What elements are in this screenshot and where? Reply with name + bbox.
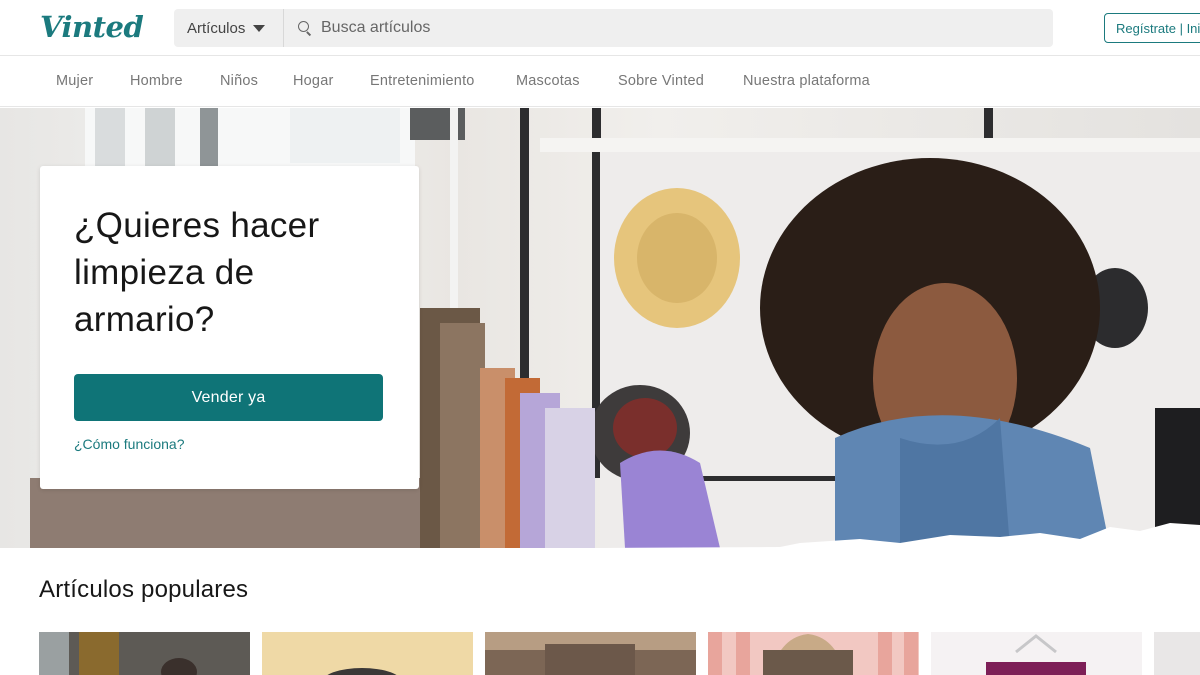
nav-item-hogar[interactable]: Hogar xyxy=(293,73,334,89)
vinted-logo[interactable]: Vinted xyxy=(40,10,144,44)
nav-item-sobre-vinted[interactable]: Sobre Vinted xyxy=(618,73,704,89)
nav-item-mujer[interactable]: Mujer xyxy=(56,73,93,89)
signup-login-button[interactable]: Regístrate | Inicia sesión xyxy=(1104,13,1200,43)
item-card[interactable] xyxy=(485,632,696,675)
torn-paper-edge xyxy=(0,523,1200,548)
category-nav: Mujer Hombre Niños Hogar Entretenimiento… xyxy=(0,57,1200,107)
caret-down-icon xyxy=(253,24,266,32)
item-photo xyxy=(39,632,250,675)
top-header: Vinted Artículos Regístrate | Inicia ses… xyxy=(0,0,1200,56)
sell-now-button[interactable]: Vender ya xyxy=(74,374,383,421)
item-card[interactable] xyxy=(1154,632,1200,675)
item-photo xyxy=(262,632,473,675)
item-card[interactable] xyxy=(708,632,919,675)
nav-item-mascotas[interactable]: Mascotas xyxy=(516,73,580,89)
item-card[interactable] xyxy=(39,632,250,675)
search-category-dropdown[interactable]: Artículos xyxy=(174,9,284,47)
sell-promo-card: ¿Quieres hacer limpieza de armario? Vend… xyxy=(40,166,419,489)
item-photo xyxy=(485,632,696,675)
nav-item-hombre[interactable]: Hombre xyxy=(130,73,183,89)
nav-item-ninos[interactable]: Niños xyxy=(220,73,258,89)
popular-items-title: Artículos populares xyxy=(39,576,249,603)
item-photo xyxy=(931,632,1142,675)
item-card[interactable] xyxy=(262,632,473,675)
item-photo xyxy=(708,632,919,675)
search-input[interactable] xyxy=(321,19,1021,37)
nav-item-nuestra-plataforma[interactable]: Nuestra plataforma xyxy=(743,73,870,89)
search-bar: Artículos xyxy=(174,9,1053,47)
promo-title: ¿Quieres hacer limpieza de armario? xyxy=(74,206,320,339)
item-card[interactable] xyxy=(931,632,1142,675)
item-photo xyxy=(1154,632,1200,675)
how-it-works-link[interactable]: ¿Cómo funciona? xyxy=(74,436,185,452)
search-icon xyxy=(298,21,312,36)
nav-item-entretenimiento[interactable]: Entretenimiento xyxy=(370,73,475,89)
search-category-label: Artículos xyxy=(187,19,246,37)
